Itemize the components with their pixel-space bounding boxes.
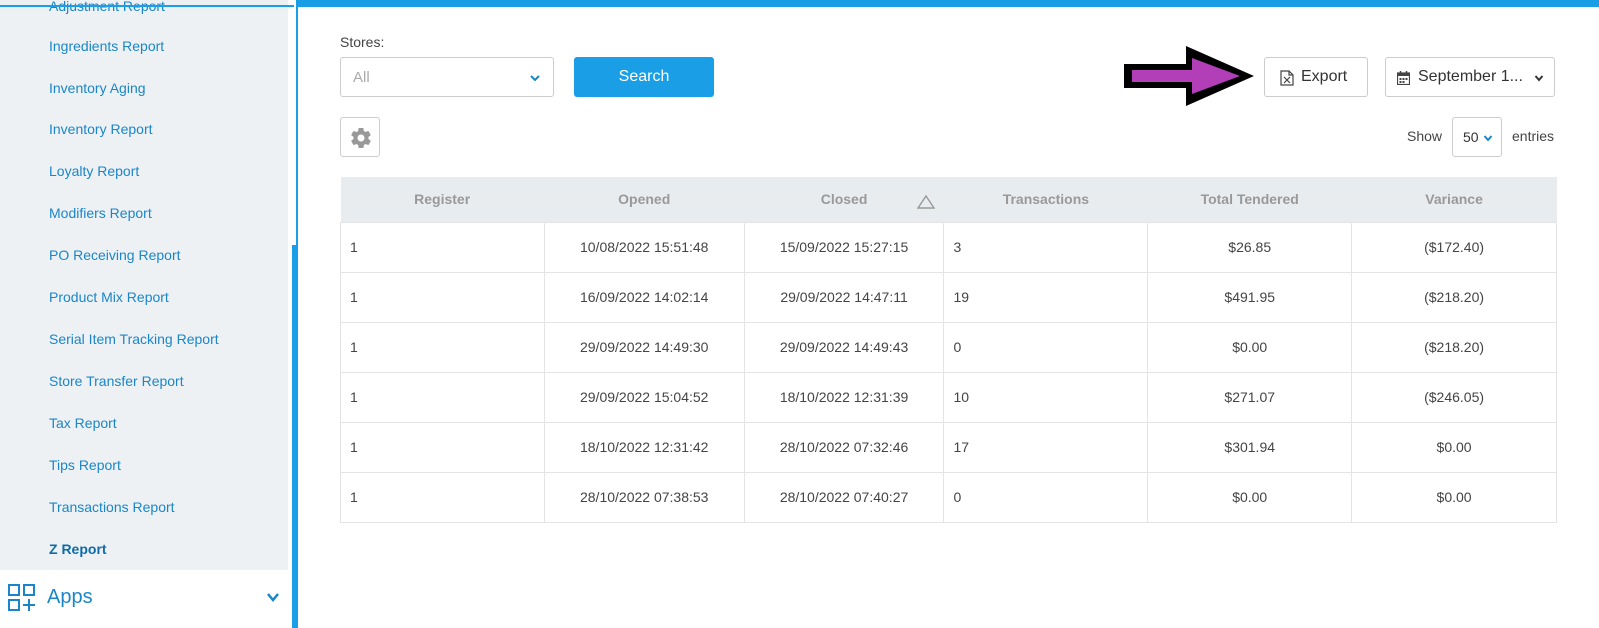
column-header-transactions[interactable]: Transactions bbox=[943, 177, 1149, 222]
cell-transactions: 3 bbox=[943, 221, 1149, 273]
entries-per-page-value: 50 bbox=[1463, 129, 1479, 145]
apps-grid-icon bbox=[8, 584, 35, 611]
cell-opened: 29/09/2022 15:04:52 bbox=[543, 371, 745, 423]
sidebar-item-ingredients-report[interactable]: Ingredients Report bbox=[49, 38, 164, 54]
column-header-total-tendered[interactable]: Total Tendered bbox=[1147, 177, 1353, 222]
cell-transactions: 19 bbox=[943, 271, 1149, 323]
excel-file-icon bbox=[1280, 70, 1294, 86]
cell-closed: 28/10/2022 07:40:27 bbox=[743, 471, 945, 523]
cell-opened: 18/10/2022 12:31:42 bbox=[543, 421, 745, 473]
top-accent-bar bbox=[298, 0, 1599, 7]
cell-closed: 18/10/2022 12:31:39 bbox=[743, 371, 945, 423]
date-range-label: September 1... bbox=[1418, 68, 1523, 85]
column-settings-button[interactable] bbox=[340, 117, 380, 157]
cell-total-tendered: $0.00 bbox=[1147, 321, 1353, 373]
chevron-down-icon bbox=[1483, 135, 1493, 142]
cell-transactions: 0 bbox=[943, 321, 1149, 373]
table-row[interactable]: 1 28/10/2022 07:38:53 28/10/2022 07:40:2… bbox=[340, 471, 1557, 523]
cell-variance: $0.00 bbox=[1351, 421, 1557, 473]
sidebar-item-inventory-report[interactable]: Inventory Report bbox=[49, 121, 153, 137]
column-header-register[interactable]: Register bbox=[340, 177, 545, 222]
cell-closed: 15/09/2022 15:27:15 bbox=[743, 221, 945, 273]
cell-register: 1 bbox=[340, 421, 545, 473]
cell-transactions: 17 bbox=[943, 421, 1149, 473]
sidebar: Adjustment Report Ingredients Report Inv… bbox=[0, 0, 294, 628]
cell-total-tendered: $301.94 bbox=[1147, 421, 1353, 473]
sidebar-report-list: Adjustment Report Ingredients Report Inv… bbox=[0, 0, 288, 570]
sidebar-item-adjustment-report[interactable]: Adjustment Report bbox=[49, 0, 165, 14]
column-header-closed[interactable]: Closed bbox=[744, 177, 945, 222]
cell-total-tendered: $271.07 bbox=[1147, 371, 1353, 423]
cell-total-tendered: $26.85 bbox=[1147, 221, 1353, 273]
table-row[interactable]: 1 29/09/2022 15:04:52 18/10/2022 12:31:3… bbox=[340, 371, 1557, 423]
cell-opened: 10/08/2022 15:51:48 bbox=[543, 221, 745, 273]
sidebar-item-tax-report[interactable]: Tax Report bbox=[49, 415, 117, 431]
z-report-table: Register Opened Closed Transactions Tota… bbox=[340, 177, 1557, 523]
cell-variance: ($172.40) bbox=[1351, 221, 1557, 273]
cell-total-tendered: $0.00 bbox=[1147, 471, 1353, 523]
cell-variance: ($218.20) bbox=[1351, 271, 1557, 323]
sidebar-item-modifiers-report[interactable]: Modifiers Report bbox=[49, 205, 152, 221]
table-row[interactable]: 1 18/10/2022 12:31:42 28/10/2022 07:32:4… bbox=[340, 421, 1557, 473]
cell-opened: 29/09/2022 14:49:30 bbox=[543, 321, 745, 373]
cell-register: 1 bbox=[340, 471, 545, 523]
stores-label: Stores: bbox=[340, 34, 385, 50]
table-header-row: Register Opened Closed Transactions Tota… bbox=[340, 177, 1557, 222]
sidebar-item-product-mix-report[interactable]: Product Mix Report bbox=[49, 289, 169, 305]
column-header-opened[interactable]: Opened bbox=[544, 177, 745, 222]
column-header-variance[interactable]: Variance bbox=[1351, 177, 1557, 222]
table-row[interactable]: 1 29/09/2022 14:49:30 29/09/2022 14:49:4… bbox=[340, 321, 1557, 373]
table-row[interactable]: 1 10/08/2022 15:51:48 15/09/2022 15:27:1… bbox=[340, 221, 1557, 273]
export-label: Export bbox=[1301, 68, 1348, 85]
chevron-down-icon bbox=[530, 75, 540, 82]
cell-register: 1 bbox=[340, 221, 545, 273]
sidebar-item-po-receiving-report[interactable]: PO Receiving Report bbox=[49, 247, 181, 263]
cell-closed: 28/10/2022 07:32:46 bbox=[743, 421, 945, 473]
table-row[interactable]: 1 16/09/2022 14:02:14 29/09/2022 14:47:1… bbox=[340, 271, 1557, 323]
calendar-icon bbox=[1397, 71, 1410, 85]
cell-register: 1 bbox=[340, 371, 545, 423]
sidebar-item-inventory-aging[interactable]: Inventory Aging bbox=[49, 80, 146, 96]
column-header-closed-label: Closed bbox=[820, 191, 868, 208]
chevron-down-icon bbox=[267, 593, 279, 602]
entries-per-page-select[interactable]: 50 bbox=[1452, 117, 1502, 157]
apps-label: Apps bbox=[47, 586, 93, 608]
gear-icon bbox=[351, 128, 371, 149]
cell-total-tendered: $491.95 bbox=[1147, 271, 1353, 323]
chevron-down-icon bbox=[1534, 75, 1544, 82]
cell-transactions: 10 bbox=[943, 371, 1149, 423]
sidebar-item-tips-report[interactable]: Tips Report bbox=[49, 457, 121, 473]
show-label: Show bbox=[1407, 128, 1443, 144]
sidebar-scroll-track bbox=[296, 0, 298, 245]
sidebar-scrollbar[interactable] bbox=[292, 245, 298, 628]
cell-register: 1 bbox=[340, 271, 545, 323]
sidebar-item-transactions-report[interactable]: Transactions Report bbox=[49, 499, 175, 515]
sidebar-apps-toggle[interactable]: Apps bbox=[0, 570, 292, 628]
entries-label: entries bbox=[1512, 128, 1555, 144]
cell-opened: 28/10/2022 07:38:53 bbox=[543, 471, 745, 523]
cell-transactions: 0 bbox=[943, 471, 1149, 523]
cell-variance: ($218.20) bbox=[1351, 321, 1557, 373]
date-range-picker[interactable]: September 1... bbox=[1385, 57, 1555, 97]
sidebar-item-z-report[interactable]: Z Report bbox=[49, 541, 107, 557]
pointer-arrow-icon bbox=[1124, 46, 1254, 106]
sort-triangle-icon bbox=[917, 195, 936, 209]
cell-variance: $0.00 bbox=[1351, 471, 1557, 523]
cell-opened: 16/09/2022 14:02:14 bbox=[543, 271, 745, 323]
sidebar-item-store-transfer-report[interactable]: Store Transfer Report bbox=[49, 373, 184, 389]
search-button[interactable]: Search bbox=[574, 57, 714, 97]
export-button[interactable]: Export bbox=[1264, 57, 1368, 97]
cell-closed: 29/09/2022 14:49:43 bbox=[743, 321, 945, 373]
cell-register: 1 bbox=[340, 321, 545, 373]
sidebar-item-serial-item-tracking-report[interactable]: Serial Item Tracking Report bbox=[49, 331, 219, 347]
cell-variance: ($246.05) bbox=[1351, 371, 1557, 423]
cell-closed: 29/09/2022 14:47:11 bbox=[743, 271, 945, 323]
sidebar-top-rule bbox=[0, 5, 294, 7]
stores-select[interactable]: All bbox=[340, 57, 554, 97]
sidebar-item-loyalty-report[interactable]: Loyalty Report bbox=[49, 163, 139, 179]
stores-select-value: All bbox=[353, 69, 370, 86]
